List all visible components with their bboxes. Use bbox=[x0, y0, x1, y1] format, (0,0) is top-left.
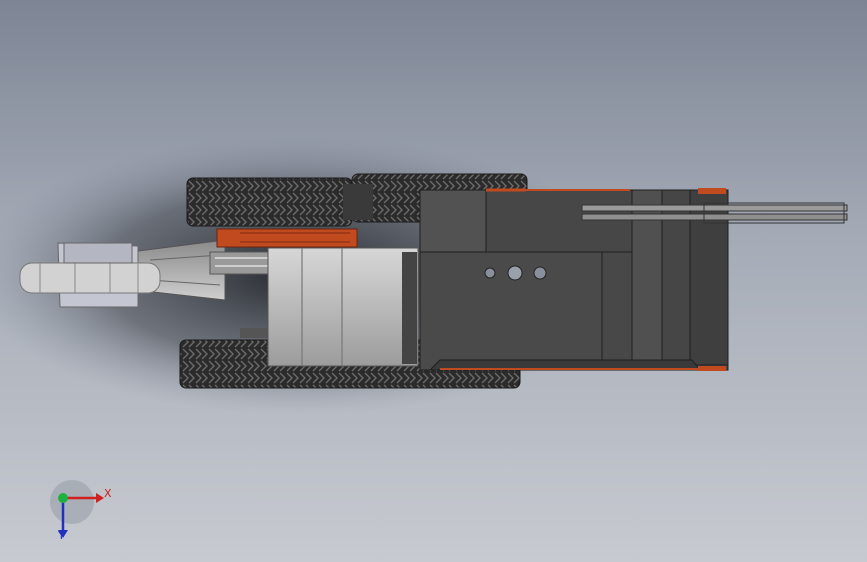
triad-origin bbox=[58, 493, 68, 503]
orange-hood bbox=[216, 228, 358, 248]
triad-axes bbox=[50, 480, 104, 538]
x-axis-label: X bbox=[104, 487, 112, 500]
x-axis-head bbox=[96, 493, 104, 503]
triad-shadow bbox=[50, 480, 94, 524]
engine-cover bbox=[267, 247, 419, 367]
graphics-viewport[interactable]: X Y bbox=[0, 0, 867, 562]
coordinate-triad: X Y bbox=[40, 480, 130, 550]
y-axis-label: Y bbox=[58, 529, 65, 542]
excavator-model[interactable] bbox=[0, 0, 867, 562]
